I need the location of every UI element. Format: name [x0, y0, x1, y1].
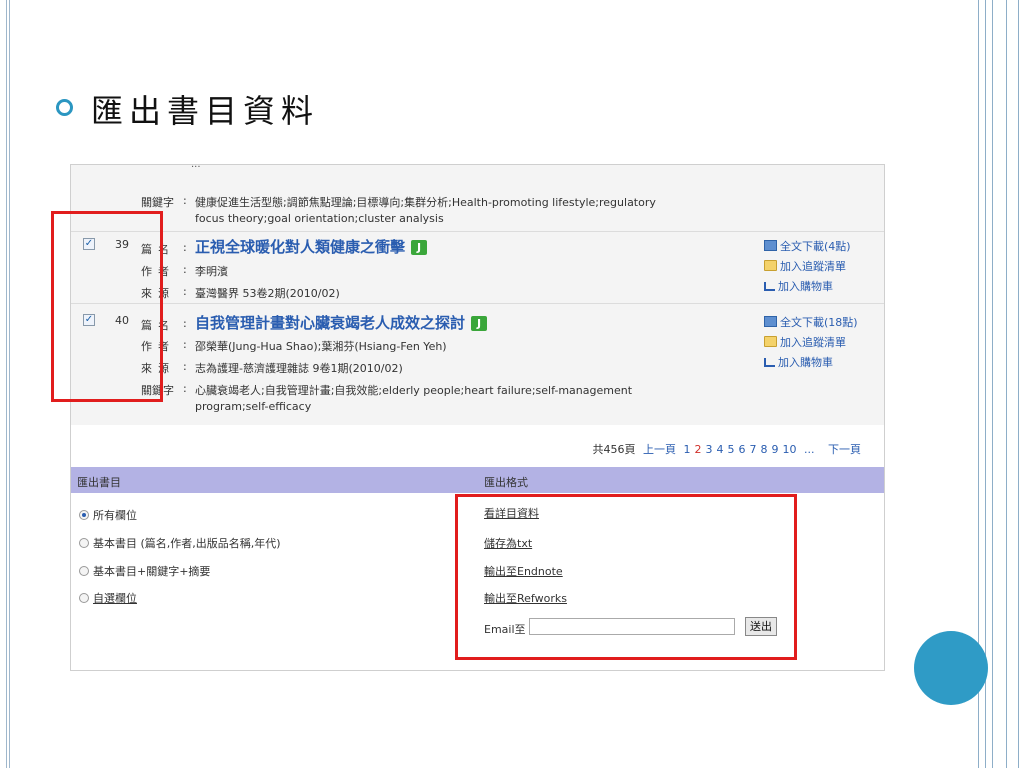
keywords-line1: 健康促進生活型態;調節焦點理論;目標導向;集群分析;Health-promoti…: [195, 196, 656, 209]
page-total: 共456頁: [592, 443, 636, 456]
highlight-export-formats: [455, 494, 797, 660]
page-link[interactable]: 5: [728, 443, 735, 456]
slide-left-border: [6, 0, 10, 768]
prev-page-link[interactable]: 上一頁: [643, 443, 676, 456]
item-title-link[interactable]: 自我管理計畫對心臟衰竭老人成效之探討 J: [195, 312, 488, 333]
item-source: 志為護理-慈濟護理雜誌 9卷1期(2010/02): [195, 362, 403, 375]
list-item-previous: ... 關鍵字 : 健康促進生活型態;調節焦點理論;目標導向;集群分析;Heal…: [71, 164, 884, 227]
download-icon: [764, 240, 777, 251]
page-link[interactable]: 3: [706, 443, 713, 456]
add-cart-link[interactable]: 加入購物車: [764, 354, 833, 370]
bullet-icon: [56, 99, 73, 116]
option-basic-keywords[interactable]: 基本書目+關鍵字+摘要: [79, 563, 210, 579]
slide-heading: 匯出書目資料: [91, 92, 320, 130]
keywords-line1: 心臟衰竭老人;自我管理計畫;自我效能;elderly people;heart …: [195, 384, 633, 397]
cart-icon: [764, 358, 775, 367]
folder-icon: [764, 336, 777, 347]
item-source: 臺灣醫界 53卷2期(2010/02): [195, 287, 340, 300]
more-pages-link[interactable]: ...: [804, 443, 815, 456]
keyword-label: 關鍵字: [141, 196, 174, 209]
export-fields-heading: 匯出書目: [77, 476, 121, 489]
item-author: 李明濱: [195, 265, 228, 278]
fulltext-download-link[interactable]: 全文下載(18點): [764, 314, 858, 330]
option-all-fields[interactable]: 所有欄位: [79, 507, 137, 523]
radio-icon: [79, 538, 89, 548]
page-link[interactable]: 6: [739, 443, 746, 456]
current-page: 2: [694, 443, 702, 456]
add-cart-link[interactable]: 加入購物車: [764, 278, 833, 294]
page-link[interactable]: 10: [783, 443, 797, 456]
next-page-link[interactable]: 下一頁: [828, 443, 861, 456]
keywords-line2: focus theory;goal orientation;cluster an…: [195, 212, 444, 225]
page-link[interactable]: 9: [772, 443, 779, 456]
cart-icon: [764, 282, 775, 291]
fulltext-download-link[interactable]: 全文下載(4點): [764, 238, 851, 254]
page-link[interactable]: 8: [761, 443, 768, 456]
radio-selected-icon: [79, 510, 89, 520]
highlight-checkboxes: [51, 211, 163, 402]
option-custom-fields[interactable]: 自選欄位: [79, 590, 137, 606]
add-tracking-link[interactable]: 加入追蹤清單: [764, 258, 846, 274]
radio-icon: [79, 566, 89, 576]
radio-icon: [79, 593, 89, 603]
add-tracking-link[interactable]: 加入追蹤清單: [764, 334, 846, 350]
results-list: ... 關鍵字 : 健康促進生活型態;調節焦點理論;目標導向;集群分析;Heal…: [71, 164, 884, 425]
page-link[interactable]: 7: [750, 443, 757, 456]
folder-icon: [764, 260, 777, 271]
keywords-line2: program;self-efficacy: [195, 400, 312, 413]
page-link[interactable]: 1: [684, 443, 691, 456]
decorative-circle: [914, 631, 988, 705]
pagination: 共456頁 上一頁 1 2 3 4 5 6 7 8 9 10 ... 下一頁: [71, 441, 862, 457]
item-author: 邵榮華(Jung-Hua Shao);葉湘芬(Hsiang-Fen Yeh): [195, 340, 447, 353]
option-basic[interactable]: 基本書目 (篇名,作者,出版品名稱,年代): [79, 535, 281, 551]
export-format-heading: 匯出格式: [484, 476, 528, 489]
journal-badge-icon: J: [411, 240, 428, 255]
cut-off-text: ...: [191, 164, 201, 170]
journal-badge-icon: J: [471, 316, 488, 331]
export-header-bar: 匯出書目 匯出格式: [71, 467, 884, 493]
page-link[interactable]: 4: [717, 443, 724, 456]
download-icon: [764, 316, 777, 327]
item-title-link[interactable]: 正視全球暖化對人類健康之衝擊 J: [195, 236, 428, 257]
